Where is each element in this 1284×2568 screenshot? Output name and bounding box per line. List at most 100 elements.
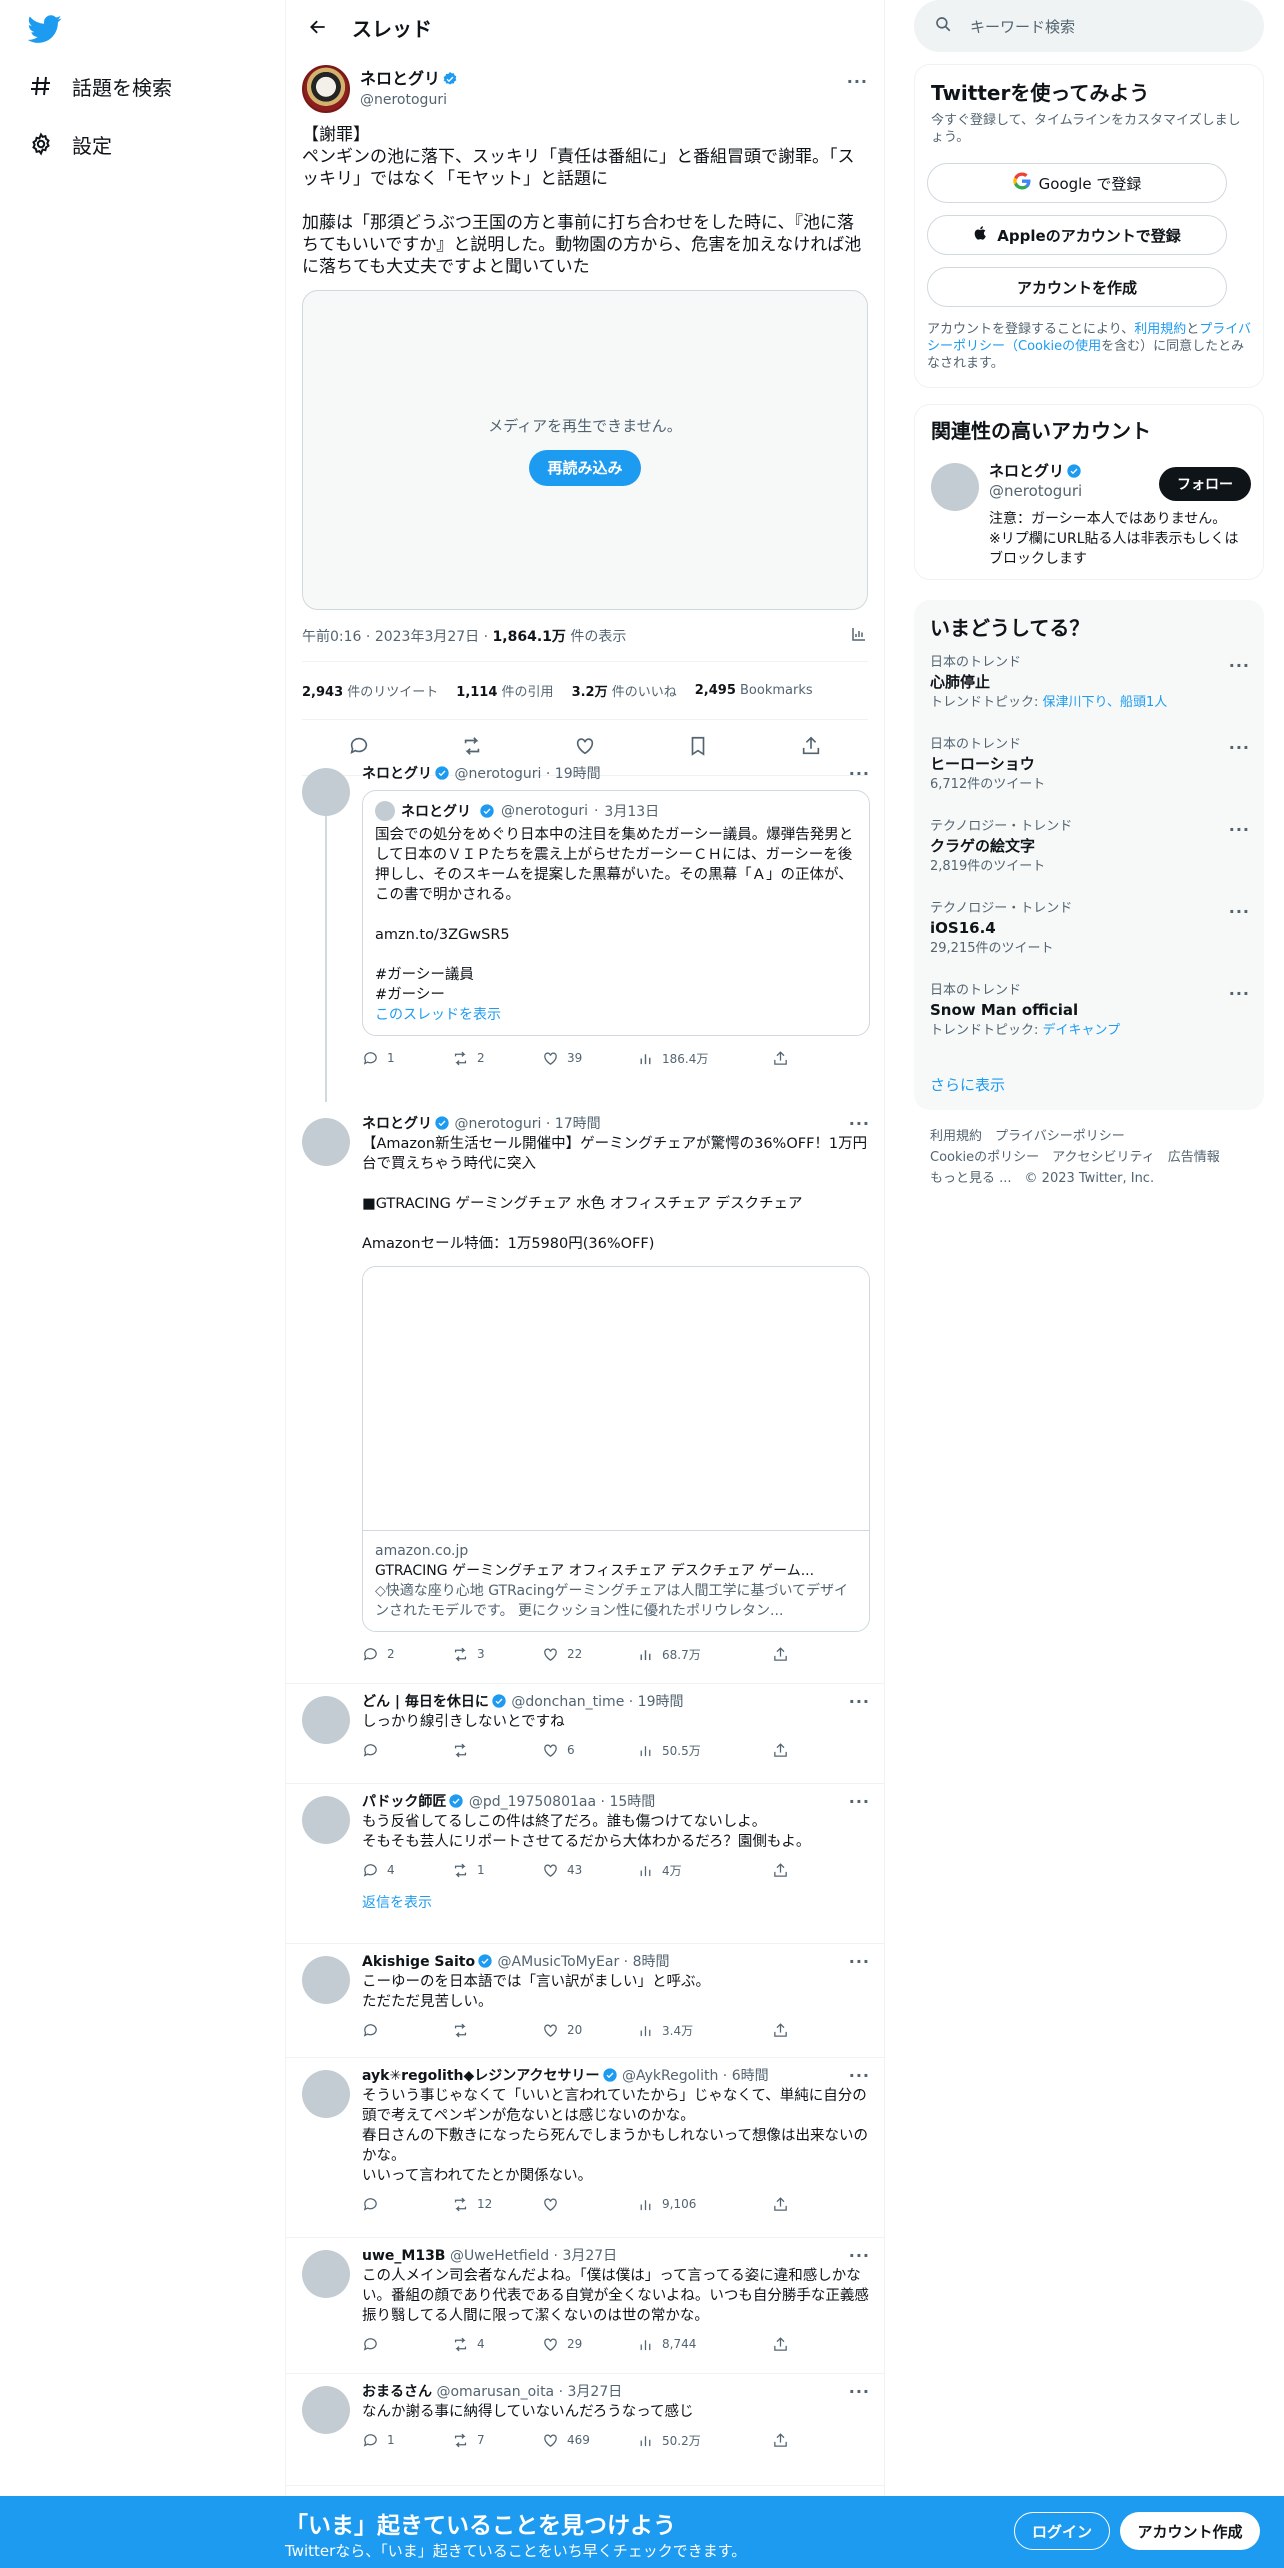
footer-privacy[interactable]: プライバシーポリシー — [995, 1129, 1125, 1144]
author-handle[interactable]: @AMusicToMyEar — [498, 1954, 620, 1970]
reload-button[interactable]: 再読み込み — [529, 449, 641, 486]
quoted-tweet[interactable]: ネロとグリ @nerotoguri · 3月13日 国会での処分をめぐり日本中の注目を… — [362, 790, 870, 1036]
related-handle[interactable]: @nerotoguri — [989, 481, 1082, 501]
more-icon[interactable]: ··· — [849, 1114, 870, 1133]
show-replies-link[interactable]: 返信を表示 — [362, 1892, 870, 1912]
footer-terms[interactable]: 利用規約 — [930, 1129, 982, 1144]
reply-button[interactable]: 1 — [362, 2432, 452, 2449]
avatar[interactable] — [302, 2070, 350, 2118]
like-button[interactable] — [542, 2196, 637, 2213]
author-name[interactable]: ayk✳regolith◆レジンアクセサリー — [362, 2068, 600, 2084]
reply-tweet[interactable]: おまるさん @omarusan_oita · 3月27日 なんか謝る事に納得してい… — [286, 2374, 884, 2486]
back-arrow-icon[interactable] — [298, 7, 338, 47]
retweet-button[interactable]: 3 — [452, 1646, 542, 1663]
trend-item[interactable]: 日本のトレンド Snow Man official トレンドトピック: デイキャンプ… — [930, 982, 1250, 1041]
avatar[interactable] — [302, 2250, 350, 2298]
tweet-time[interactable]: 6時間 — [732, 2068, 769, 2084]
retweet-button[interactable]: 12 — [452, 2196, 542, 2213]
author-name[interactable]: パドック師匠 — [362, 1794, 446, 1810]
trend-topic-link[interactable]: 保津川下り、船頭1人 — [1043, 695, 1168, 710]
author-handle[interactable]: @nerotoguri — [454, 1116, 541, 1132]
reply-tweet[interactable]: Akishige Saito @AMusicToMyEar · 8時間 こーゆーの… — [286, 1944, 884, 2058]
share-button[interactable] — [772, 1742, 789, 1759]
views-button[interactable]: 50.2万 — [637, 2432, 772, 2449]
author-handle[interactable]: @omarusan_oita — [436, 2384, 554, 2400]
create-account-button[interactable]: アカウントを作成 — [927, 267, 1227, 307]
like-button[interactable]: 39 — [542, 1050, 637, 1067]
likes-stat[interactable]: 3.2万 件のいいね — [572, 681, 677, 700]
more-icon[interactable]: ··· — [1229, 984, 1250, 1003]
reply-tweet[interactable]: ネロとグリ @nerotoguri · 19時間 ネロとグリ @nerotogur… — [286, 756, 884, 1106]
reply-button[interactable]: 4 — [362, 1862, 452, 1879]
author-name[interactable]: どん | 毎日を休日に — [362, 1694, 489, 1710]
follow-button[interactable]: フォロー — [1159, 467, 1251, 501]
reply-tweet[interactable]: uwe_M13B @UweHetfield · 3月27日 この人メイン司会者なん… — [286, 2238, 884, 2374]
google-signup-button[interactable]: Google で登録 — [927, 163, 1227, 203]
author-handle[interactable]: @donchan_time — [511, 1694, 624, 1710]
author-name[interactable]: ネロとグリ — [362, 766, 432, 782]
avatar[interactable] — [302, 65, 350, 113]
retweets-stat[interactable]: 2,943 件のリツイート — [302, 681, 438, 700]
more-icon[interactable]: ··· — [849, 1792, 870, 1811]
views-button[interactable]: 50.5万 — [637, 1742, 772, 1759]
tweet-date[interactable]: 2023年3月27日 — [375, 629, 479, 645]
more-icon[interactable]: ··· — [1229, 820, 1250, 839]
avatar[interactable] — [302, 1956, 350, 2004]
reply-tweet[interactable]: どん | 毎日を休日に @donchan_time · 19時間 しっかり線引きし… — [286, 1684, 884, 1784]
reply-button[interactable] — [362, 1742, 452, 1759]
more-icon[interactable]: ··· — [1229, 902, 1250, 921]
author-name[interactable]: おまるさん — [362, 2384, 432, 2400]
like-button[interactable]: 29 — [542, 2336, 637, 2353]
share-button[interactable] — [772, 2196, 789, 2213]
search-box[interactable]: キーワード検索 — [914, 0, 1264, 52]
tweet-time[interactable]: 19時間 — [555, 766, 601, 782]
tweet-time[interactable]: 19時間 — [638, 1694, 684, 1710]
tweet-time[interactable]: 8時間 — [633, 1954, 670, 1970]
more-icon[interactable]: ··· — [1229, 738, 1250, 757]
avatar[interactable] — [302, 2386, 350, 2434]
retweet-button[interactable]: 1 — [452, 1862, 542, 1879]
avatar[interactable] — [302, 768, 350, 816]
avatar[interactable] — [302, 1796, 350, 1844]
author-name[interactable]: ネロとグリ — [362, 1116, 432, 1132]
signup-button[interactable]: アカウント作成 — [1120, 2512, 1260, 2550]
footer-accessibility[interactable]: アクセシビリティ — [1052, 1150, 1155, 1165]
tweet-time[interactable]: 3月27日 — [568, 2384, 623, 2400]
reply-button[interactable] — [362, 2022, 452, 2039]
reply-button[interactable]: 2 — [362, 1646, 452, 1663]
author-name[interactable]: ネロとグリ — [360, 69, 440, 88]
share-button[interactable] — [772, 2022, 789, 2039]
like-button[interactable]: 43 — [542, 1862, 637, 1879]
nav-explore[interactable]: 話題を検索 — [28, 66, 172, 106]
tweet-time[interactable]: 15時間 — [609, 1794, 655, 1810]
analytics-icon[interactable] — [850, 625, 868, 647]
author-handle[interactable]: @nerotoguri — [360, 90, 458, 110]
author-handle[interactable]: @AykRegolith — [622, 2068, 718, 2084]
footer-cookie[interactable]: Cookieのポリシー — [930, 1150, 1039, 1165]
like-button[interactable]: 20 — [542, 2022, 637, 2039]
avatar[interactable] — [302, 1118, 350, 1166]
footer-ads[interactable]: 広告情報 — [1168, 1150, 1220, 1165]
trend-topic-link[interactable]: デイキャンプ — [1043, 1023, 1121, 1038]
more-icon[interactable]: ··· — [849, 2066, 870, 2085]
search-input[interactable]: キーワード検索 — [970, 16, 1075, 37]
twitter-logo-icon[interactable] — [27, 12, 62, 46]
like-button[interactable]: 6 — [542, 1742, 637, 1759]
reply-tweet[interactable]: ネロとグリ @nerotoguri · 17時間 【Amazon新生活セール開催… — [286, 1106, 884, 1684]
avatar[interactable] — [931, 463, 979, 511]
bookmarks-stat[interactable]: 2,495 Bookmarks — [695, 683, 813, 698]
more-icon[interactable]: ··· — [1229, 656, 1250, 675]
tweet-time[interactable]: 3月27日 — [562, 2248, 617, 2264]
like-button[interactable]: 22 — [542, 1646, 637, 1663]
retweet-button[interactable]: 7 — [452, 2432, 542, 2449]
link-card[interactable]: amazon.co.jp GTRACING ゲーミングチェア オフィスチェア デ… — [362, 1266, 870, 1632]
apple-signup-button[interactable]: Appleのアカウントで登録 — [927, 215, 1227, 255]
views-button[interactable]: 186.4万 — [637, 1050, 772, 1067]
author-name[interactable]: uwe_M13B — [362, 2248, 445, 2264]
author-name[interactable]: Akishige Saito — [362, 1954, 475, 1970]
more-icon[interactable]: ··· — [849, 1692, 870, 1711]
retweet-button[interactable] — [452, 1742, 542, 1759]
views-button[interactable]: 3.4万 — [637, 2022, 772, 2039]
author-handle[interactable]: @nerotoguri — [454, 766, 541, 782]
views-button[interactable]: 68.7万 — [637, 1646, 772, 1663]
